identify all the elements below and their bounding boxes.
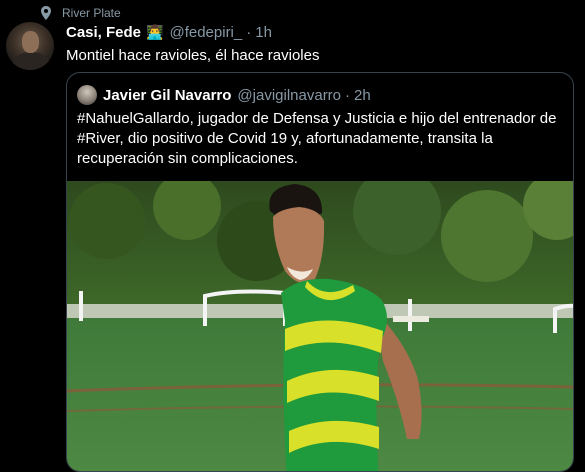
quoted-tweet-text: #NahuelGallardo, jugador de Defensa y Ju… [77,110,557,167]
quoted-tweet-photo[interactable] [67,181,574,472]
technologist-emoji-icon: 👨‍💻 [146,24,164,40]
foliage [441,190,533,282]
tweet-text: Montiel hace ravioles, él hace ravioles [66,47,320,64]
hurdle-base [393,316,429,322]
tweet-header: Casi, Fede 👨‍💻 @fedepiri_ · 1h [66,24,272,41]
quoted-author-handle: @javigilnavarro [237,86,342,104]
quoted-author-name: Javier Gil Navarro [103,86,232,104]
avatar-shoulders [12,52,50,70]
author-name[interactable]: Casi, Fede [66,24,141,41]
social-context[interactable]: River Plate [40,6,121,20]
quoted-tweet-header: Javier Gil Navarro @javigilnavarro · 2h [77,85,371,105]
author-handle[interactable]: @fedepiri_ [169,24,242,41]
quoted-header-separator: · [345,86,351,104]
location-pin-icon [41,6,51,20]
quoted-tweet-timestamp: 2h [354,86,371,104]
quoted-author-avatar [77,85,97,105]
quoted-tweet-card[interactable]: Javier Gil Navarro @javigilnavarro · 2h … [66,72,574,472]
tweet-timestamp[interactable]: 1h [255,24,272,41]
foliage [69,183,145,259]
header-separator: · [246,24,252,41]
context-label: River Plate [62,6,121,20]
author-avatar[interactable] [6,22,54,70]
avatar-face [22,31,39,53]
